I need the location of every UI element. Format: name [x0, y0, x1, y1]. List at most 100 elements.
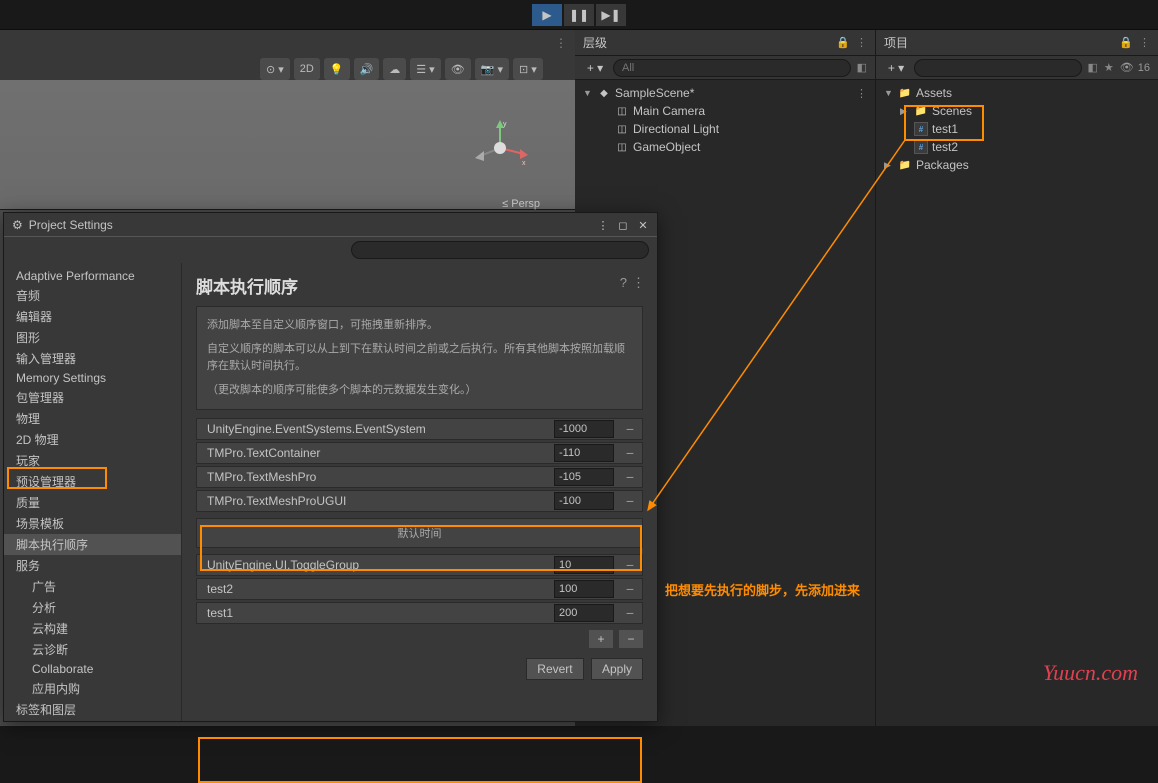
- window-menu-icon[interactable]: ⋮: [595, 217, 611, 233]
- sidebar-item[interactable]: 分析: [4, 597, 181, 618]
- add-script-button[interactable]: +: [589, 630, 613, 648]
- item-label: Main Camera: [633, 104, 705, 118]
- window-maximize-icon[interactable]: ◻: [615, 217, 631, 233]
- remove-row-button[interactable]: −: [618, 421, 642, 437]
- sidebar-item[interactable]: Collaborate: [4, 660, 181, 678]
- settings-titlebar[interactable]: ⚙ Project Settings ⋮ ◻ ✕: [4, 213, 657, 237]
- scene-tool-vis[interactable]: 👁: [445, 58, 471, 80]
- add-button[interactable]: + ▾: [884, 59, 908, 77]
- remove-row-button[interactable]: −: [618, 581, 642, 597]
- script-order-row[interactable]: UnityEngine.EventSystems.EventSystem−: [196, 418, 643, 440]
- sidebar-item[interactable]: 图形: [4, 327, 181, 348]
- script-order-row[interactable]: TMPro.TextMeshPro−: [196, 466, 643, 488]
- scene-view[interactable]: ⋮ ⊙ ▾ 2D 💡 🔊 ☁ ☰ ▾ 👁 📷 ▾ ⊡ ▾ y: [0, 30, 575, 210]
- sidebar-item[interactable]: 质量: [4, 492, 181, 513]
- remove-script-button[interactable]: −: [619, 630, 643, 648]
- packages-folder[interactable]: ▶ 📁 Packages: [876, 156, 1158, 174]
- sidebar-item[interactable]: 输入管理器: [4, 348, 181, 369]
- sidebar-item[interactable]: 物理: [4, 408, 181, 429]
- sidebar-item[interactable]: 云诊断: [4, 639, 181, 660]
- scene-menu-icon[interactable]: ⋮: [555, 36, 567, 50]
- remove-row-button[interactable]: −: [618, 605, 642, 621]
- add-button[interactable]: + ▾: [583, 59, 607, 77]
- fold-icon[interactable]: ▶: [900, 106, 910, 117]
- sidebar-item[interactable]: 服务: [4, 555, 181, 576]
- sidebar-item[interactable]: 2D 物理: [4, 429, 181, 450]
- remove-row-button[interactable]: −: [618, 445, 642, 461]
- sidebar-item[interactable]: Adaptive Performance: [4, 267, 181, 285]
- remove-row-button[interactable]: −: [618, 493, 642, 509]
- fold-icon[interactable]: ▶: [884, 160, 894, 171]
- orientation-gizmo[interactable]: y x: [470, 118, 530, 178]
- sidebar-item[interactable]: TextMesh Pro: [4, 720, 181, 721]
- script-item-test2[interactable]: # test2: [876, 138, 1158, 156]
- hierarchy-item[interactable]: ◫ Main Camera: [575, 102, 875, 120]
- scene-tool-light[interactable]: 💡: [324, 58, 350, 80]
- assets-folder[interactable]: ▼ 📁 Assets: [876, 84, 1158, 102]
- scene-viewport[interactable]: y x ≤ Persp: [0, 80, 575, 209]
- hidden-count[interactable]: 👁 16: [1120, 61, 1150, 74]
- remove-row-button[interactable]: −: [618, 557, 642, 573]
- lock-icon[interactable]: 🔒: [1119, 36, 1133, 49]
- script-order-input[interactable]: [554, 420, 614, 438]
- script-order-input[interactable]: [554, 604, 614, 622]
- script-order-row[interactable]: UnityEngine.UI.ToggleGroup−: [196, 554, 643, 576]
- script-order-row[interactable]: test2−: [196, 578, 643, 600]
- window-close-icon[interactable]: ✕: [635, 217, 651, 233]
- revert-button[interactable]: Revert: [526, 658, 583, 680]
- perspective-label[interactable]: ≤ Persp: [502, 198, 540, 210]
- script-order-row[interactable]: TMPro.TextContainer−: [196, 442, 643, 464]
- sidebar-item[interactable]: 标签和图层: [4, 699, 181, 720]
- script-order-row[interactable]: TMPro.TextMeshProUGUI−: [196, 490, 643, 512]
- sidebar-item[interactable]: 云构建: [4, 618, 181, 639]
- scenes-folder[interactable]: ▶ 📁 Scenes: [876, 102, 1158, 120]
- pause-button[interactable]: ❚❚: [564, 4, 594, 26]
- settings-search-input[interactable]: [351, 241, 649, 259]
- scene-tool-camera[interactable]: 📷 ▾: [475, 58, 509, 80]
- scene-tool-shading[interactable]: ⊙ ▾: [260, 58, 290, 80]
- apply-button[interactable]: Apply: [591, 658, 643, 680]
- sidebar-item[interactable]: 包管理器: [4, 387, 181, 408]
- script-order-input[interactable]: [554, 444, 614, 462]
- scene-tool-2d[interactable]: 2D: [294, 58, 320, 80]
- script-order-input[interactable]: [554, 556, 614, 574]
- hierarchy-item[interactable]: ◫ GameObject: [575, 138, 875, 156]
- remove-row-button[interactable]: −: [618, 469, 642, 485]
- sidebar-item[interactable]: 脚本执行顺序: [4, 534, 181, 555]
- sidebar-item[interactable]: 预设管理器: [4, 471, 181, 492]
- sidebar-item[interactable]: 应用内购: [4, 678, 181, 699]
- scene-root-item[interactable]: ▼ ◆ SampleScene* ⋮: [575, 84, 875, 102]
- script-order-input[interactable]: [554, 468, 614, 486]
- script-order-row[interactable]: test1−: [196, 602, 643, 624]
- panel-menu-icon[interactable]: ⋮: [856, 36, 867, 49]
- panel-menu-icon[interactable]: ⋮: [1139, 36, 1150, 49]
- scene-tool-gizmos[interactable]: ⊡ ▾: [513, 58, 543, 80]
- lock-icon[interactable]: 🔒: [836, 36, 850, 49]
- help-icon[interactable]: ?: [620, 275, 627, 290]
- hierarchy-item[interactable]: ◫ Directional Light: [575, 120, 875, 138]
- scene-tool-layers[interactable]: ☰ ▾: [410, 58, 440, 80]
- scene-menu-icon[interactable]: ⋮: [856, 87, 867, 100]
- section-menu-icon[interactable]: ⋮: [632, 275, 645, 291]
- step-button[interactable]: ▶❚: [596, 4, 626, 26]
- sidebar-item[interactable]: 广告: [4, 576, 181, 597]
- sidebar-item[interactable]: Memory Settings: [4, 369, 181, 387]
- hierarchy-search-input[interactable]: [613, 59, 851, 77]
- search-options-icon[interactable]: ◧: [857, 61, 867, 74]
- fold-icon[interactable]: ▼: [884, 88, 894, 98]
- scene-tool-fx[interactable]: ☁: [383, 58, 406, 80]
- script-order-input[interactable]: [554, 492, 614, 510]
- filter-icon[interactable]: ◧: [1088, 61, 1098, 74]
- play-button[interactable]: ▶: [532, 4, 562, 26]
- script-order-input[interactable]: [554, 580, 614, 598]
- sidebar-item[interactable]: 玩家: [4, 450, 181, 471]
- sidebar-item[interactable]: 场景模板: [4, 513, 181, 534]
- scene-tool-audio[interactable]: 🔊: [354, 58, 380, 80]
- project-search-input[interactable]: [914, 59, 1082, 77]
- folder-label: Scenes: [932, 104, 972, 118]
- sidebar-item[interactable]: 编辑器: [4, 306, 181, 327]
- fold-icon[interactable]: ▼: [583, 88, 593, 98]
- script-item-test1[interactable]: # test1: [876, 120, 1158, 138]
- favorites-icon[interactable]: ★: [1104, 61, 1114, 74]
- sidebar-item[interactable]: 音频: [4, 285, 181, 306]
